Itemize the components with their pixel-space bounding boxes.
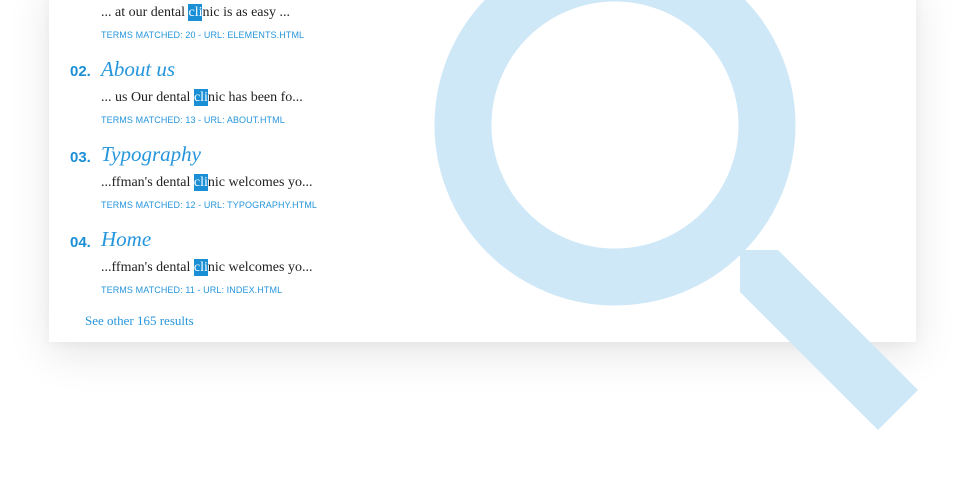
result-title-link[interactable]: Typography bbox=[101, 142, 201, 167]
result-snippet: ...ffman's dental clinic welcomes yo... bbox=[101, 174, 313, 191]
result-meta: TERMS MATCHED: 13 - URL: ABOUT.HTML bbox=[101, 115, 285, 125]
result-number: 02. bbox=[70, 63, 91, 80]
result-meta: TERMS MATCHED: 11 - URL: INDEX.HTML bbox=[101, 285, 283, 295]
match-highlight: cli bbox=[188, 4, 203, 21]
result-number: 04. bbox=[70, 234, 91, 251]
match-highlight: cli bbox=[193, 89, 208, 106]
result-title-link[interactable]: Home bbox=[101, 227, 151, 252]
result-meta: TERMS MATCHED: 20 - URL: ELEMENTS.HTML bbox=[101, 30, 305, 40]
match-highlight: cli bbox=[193, 259, 208, 276]
result-number: 03. bbox=[70, 149, 91, 166]
result-snippet: ...ffman's dental clinic welcomes yo... bbox=[101, 259, 313, 276]
result-snippet: ... at our dental clinic is as easy ... bbox=[101, 4, 290, 21]
result-snippet: ... us Our dental clinic has been fo... bbox=[101, 89, 303, 106]
results-list: ... at our dental clinic is as easy ... … bbox=[49, 0, 916, 342]
see-more-results-link[interactable]: See other 165 results bbox=[85, 313, 194, 329]
search-results-page: ... at our dental clinic is as easy ... … bbox=[0, 0, 965, 500]
result-meta: TERMS MATCHED: 12 - URL: TYPOGRAPHY.HTML bbox=[101, 200, 318, 210]
result-title-link[interactable]: About us bbox=[101, 57, 175, 82]
match-highlight: cli bbox=[193, 174, 208, 191]
